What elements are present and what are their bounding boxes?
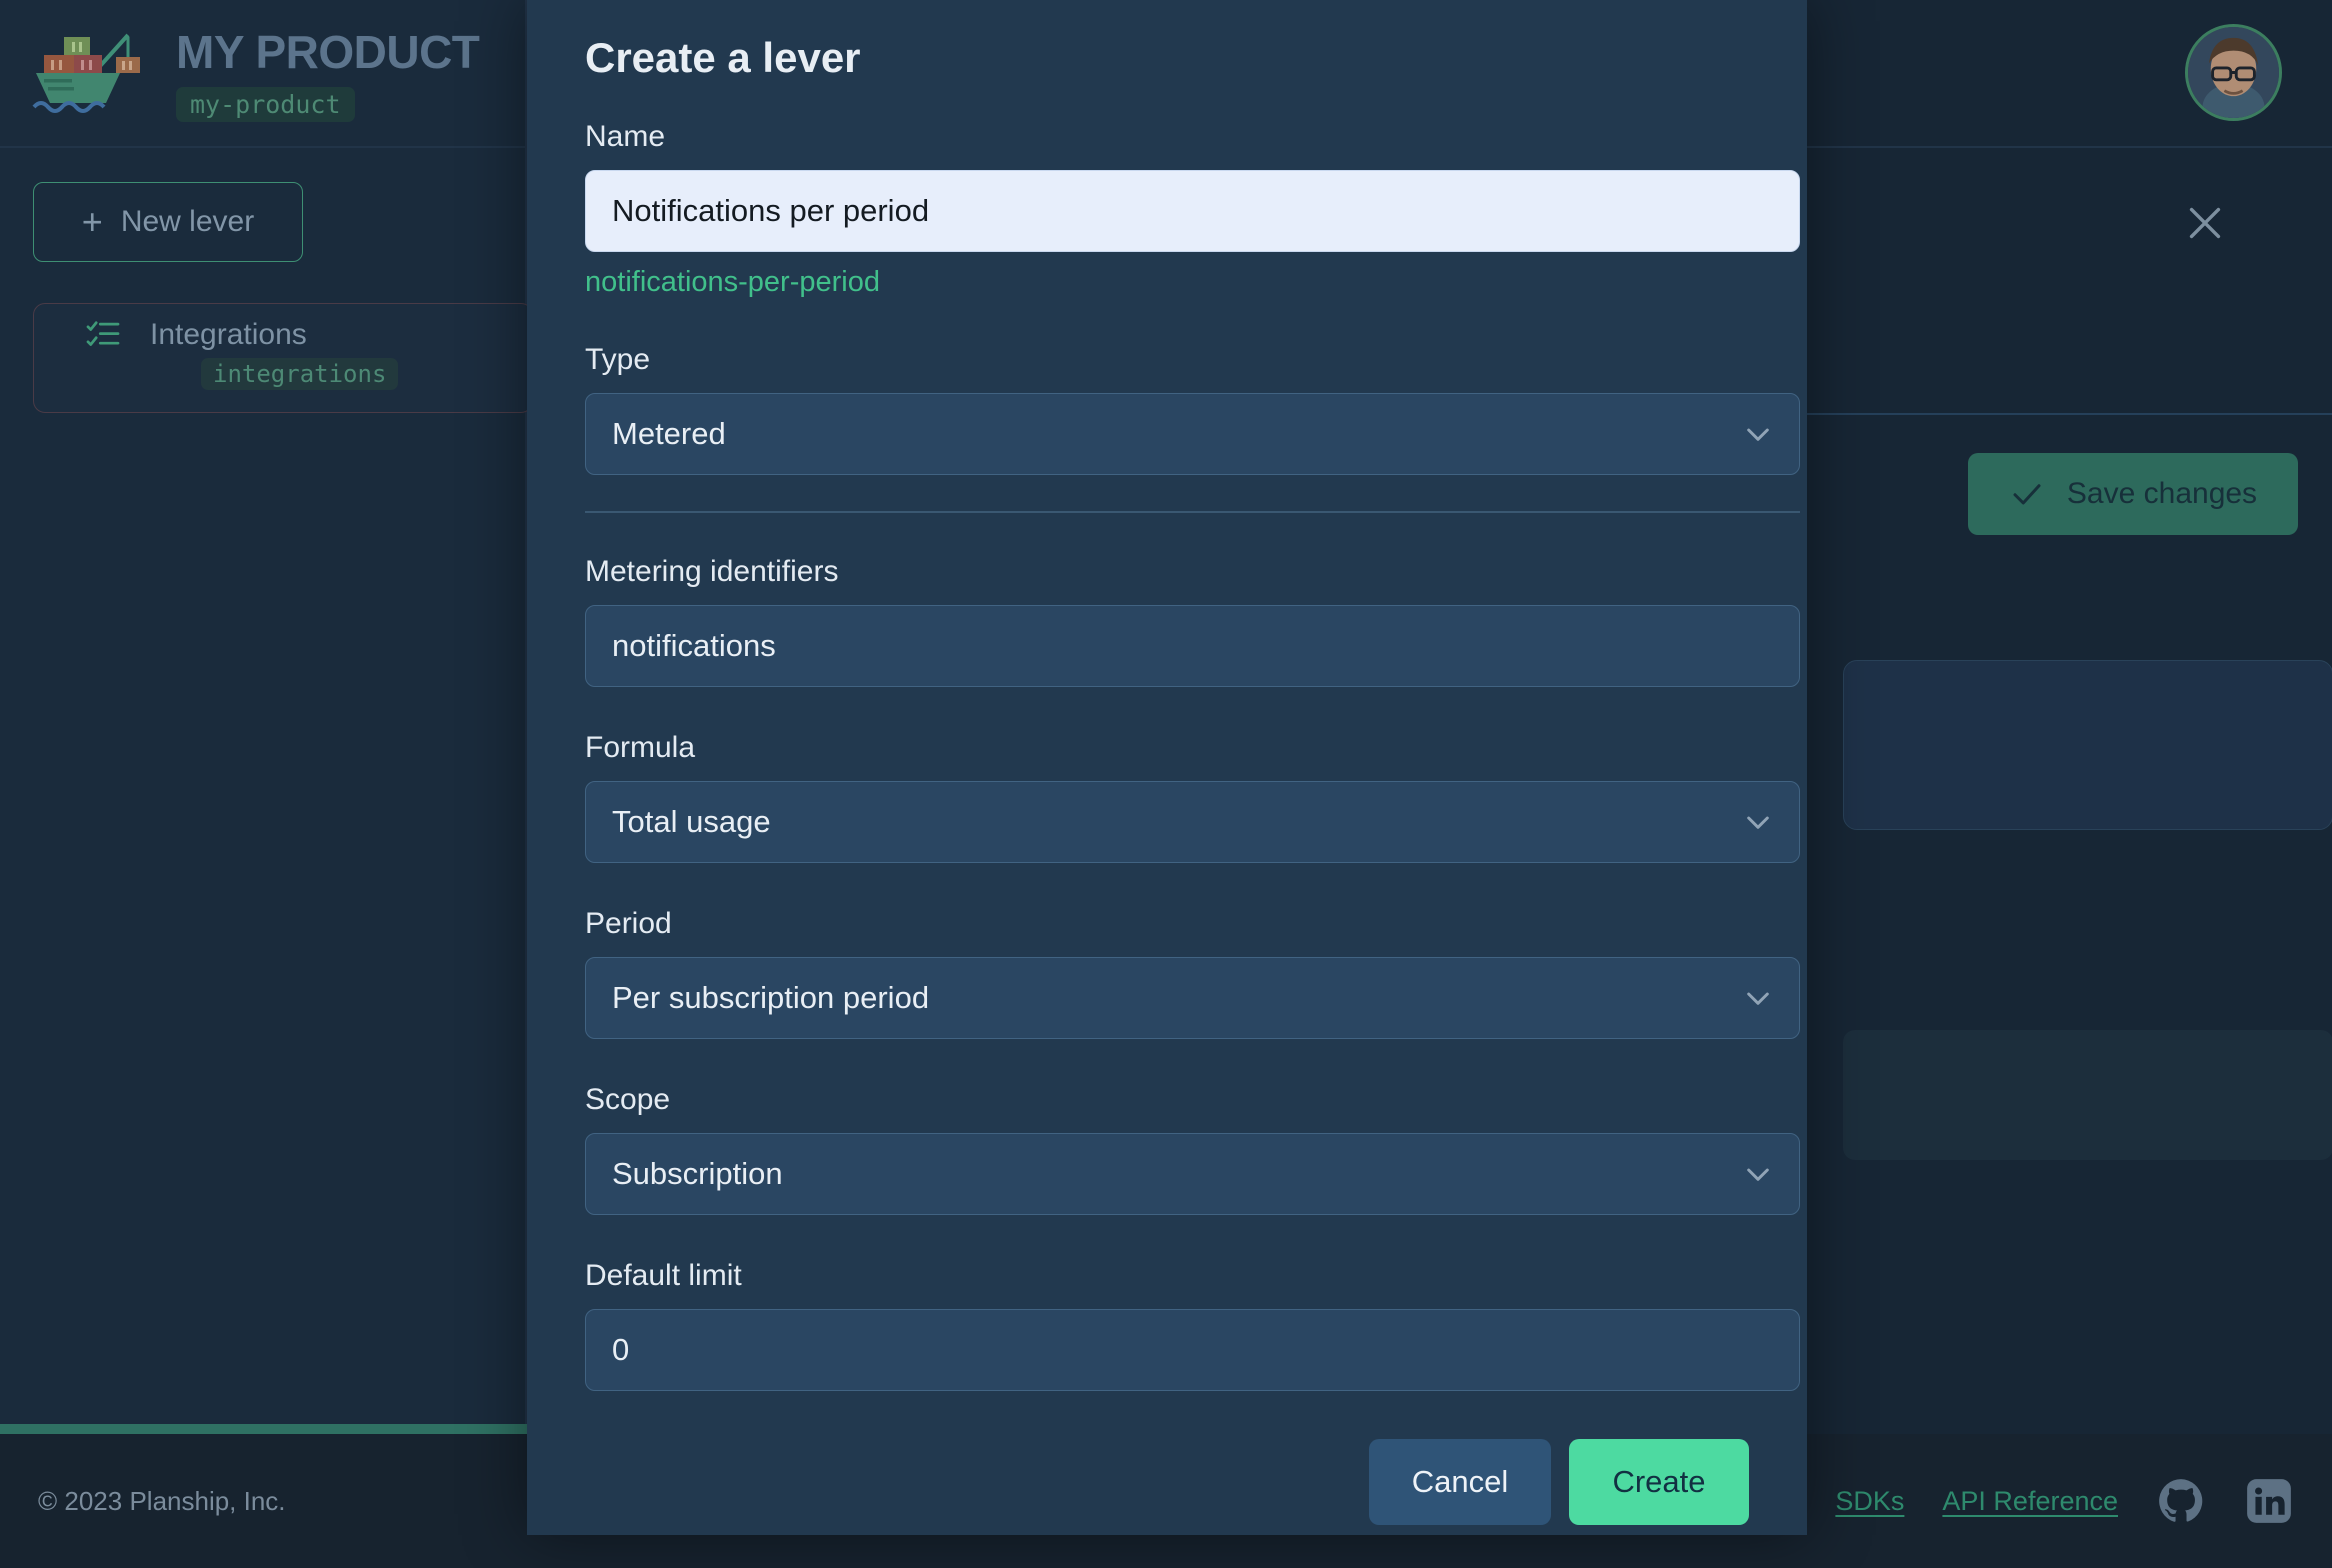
period-select[interactable]: Per subscription period bbox=[585, 957, 1800, 1039]
sidebar-item-integrations[interactable]: Integrations integrations bbox=[33, 303, 533, 413]
name-slug-hint: notifications-per-period bbox=[585, 266, 880, 298]
product-slug: my-product bbox=[176, 86, 355, 122]
scope-field-group: Scope Subscription bbox=[585, 1083, 1800, 1215]
metering-identifiers-label: Metering identifiers bbox=[585, 555, 839, 588]
formula-select[interactable]: Total usage bbox=[585, 781, 1800, 863]
dialog-title: Create a lever bbox=[585, 34, 861, 81]
name-field-group: Name notifications-per-period bbox=[585, 120, 1800, 299]
page-title: MY PRODUCT bbox=[176, 25, 480, 78]
copyright-text: © 2023 Planship, Inc. bbox=[38, 1485, 286, 1516]
new-lever-label: New lever bbox=[120, 205, 255, 238]
section-divider bbox=[585, 511, 1800, 513]
app-root: Save changes MY PRODUCT my-product + New… bbox=[0, 0, 2332, 1568]
api-reference-link[interactable]: API Reference bbox=[1942, 1486, 2118, 1517]
type-select-value: Metered bbox=[612, 416, 726, 451]
scope-label: Scope bbox=[585, 1083, 671, 1116]
metering-identifiers-input[interactable] bbox=[585, 605, 1800, 687]
create-button[interactable]: Create bbox=[1569, 1439, 1749, 1525]
linkedin-icon[interactable] bbox=[2244, 1476, 2294, 1526]
name-label: Name bbox=[585, 120, 666, 153]
formula-label: Formula bbox=[585, 731, 696, 764]
period-label: Period bbox=[585, 907, 672, 940]
create-lever-dialog: Create a lever Name notifications-per-pe… bbox=[527, 0, 1807, 1535]
check-icon bbox=[2013, 484, 2041, 505]
default-limit-field-group: Default limit bbox=[585, 1259, 1800, 1391]
cancel-button[interactable]: Cancel bbox=[1369, 1439, 1551, 1525]
type-label: Type bbox=[585, 343, 651, 376]
sidebar: MY PRODUCT my-product + New lever Integr… bbox=[0, 0, 533, 1492]
avatar[interactable] bbox=[2185, 24, 2282, 121]
scope-select[interactable]: Subscription bbox=[585, 1133, 1800, 1215]
period-select-value: Per subscription period bbox=[612, 980, 930, 1015]
new-lever-button[interactable]: + New lever bbox=[33, 182, 303, 262]
plus-icon: + bbox=[81, 201, 103, 242]
sdks-link[interactable]: SDKs bbox=[1835, 1486, 1904, 1517]
save-changes-label: Save changes bbox=[2066, 477, 2258, 510]
github-icon[interactable] bbox=[2156, 1476, 2206, 1526]
save-changes-button[interactable]: Save changes bbox=[1968, 453, 2298, 535]
sidebar-item-label: Integrations bbox=[150, 318, 307, 351]
footer-links: SDKs API Reference bbox=[1835, 1476, 2294, 1526]
container-ship-icon bbox=[32, 33, 140, 113]
type-select[interactable]: Metered bbox=[585, 393, 1800, 475]
sidebar-accent-bar bbox=[0, 1424, 527, 1434]
period-field-group: Period Per subscription period bbox=[585, 907, 1800, 1039]
type-field-group: Type Metered bbox=[585, 343, 1800, 475]
user-avatar-image bbox=[2188, 27, 2279, 118]
scope-select-value: Subscription bbox=[612, 1156, 783, 1191]
formula-field-group: Formula Total usage bbox=[585, 731, 1800, 863]
background-card-primary bbox=[1843, 660, 2332, 830]
dialog-actions: Cancel Create bbox=[585, 1439, 1749, 1525]
default-limit-input[interactable] bbox=[585, 1309, 1800, 1391]
brand: MY PRODUCT my-product bbox=[0, 0, 525, 148]
formula-select-value: Total usage bbox=[612, 804, 771, 839]
close-icon[interactable] bbox=[2182, 200, 2228, 246]
default-limit-label: Default limit bbox=[585, 1259, 742, 1292]
background-card-secondary bbox=[1843, 1030, 2332, 1160]
checklist-icon bbox=[86, 321, 120, 346]
name-input[interactable] bbox=[585, 170, 1800, 252]
metering-identifiers-field-group: Metering identifiers bbox=[585, 555, 1800, 687]
sidebar-item-slug: integrations bbox=[201, 358, 399, 390]
